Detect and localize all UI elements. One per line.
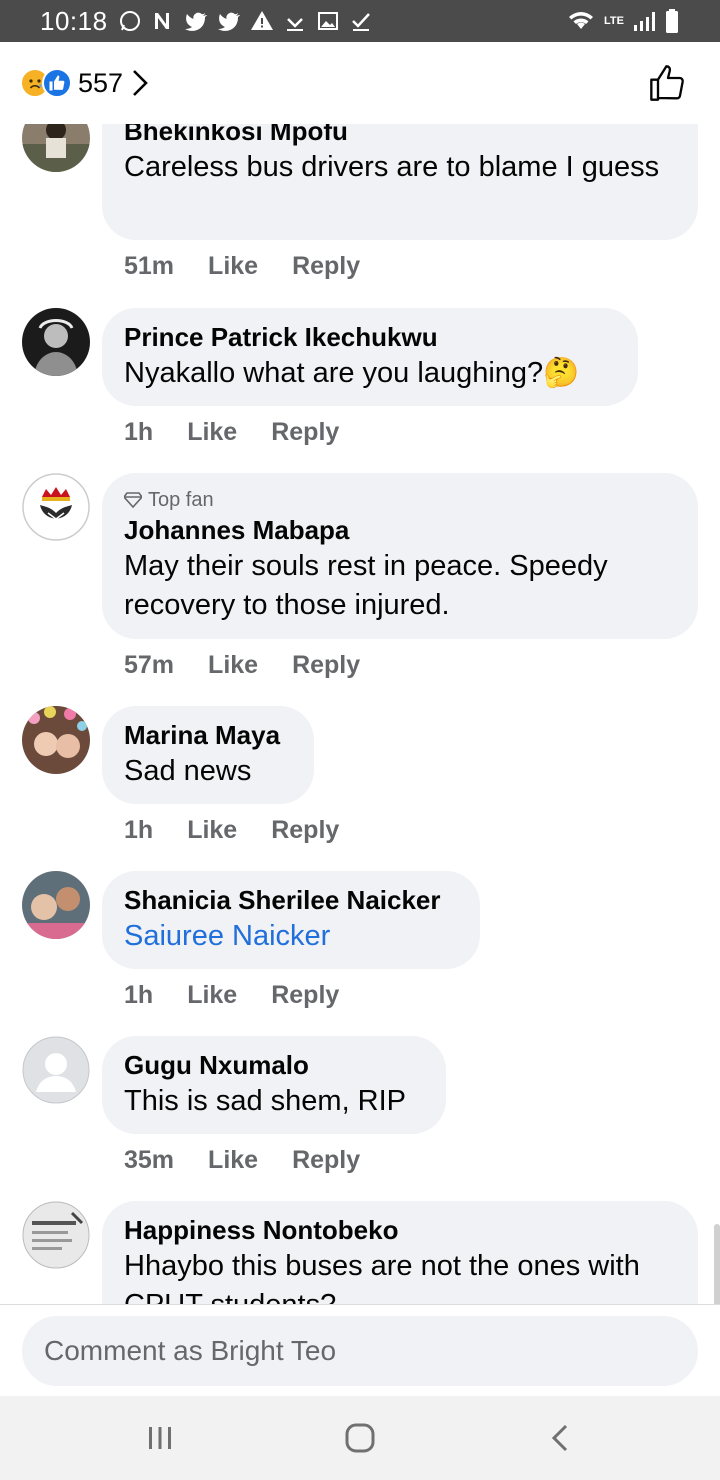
signal-icon [634, 12, 655, 31]
diamond-icon [124, 492, 142, 508]
commenter-name[interactable]: Happiness Nontobeko [124, 1213, 676, 1247]
wifi-icon [569, 12, 594, 29]
avatar[interactable] [22, 473, 90, 541]
like-button[interactable]: Like [187, 981, 237, 1010]
comment-text: Careless bus drivers are to blame I gues… [124, 151, 660, 183]
reply-button[interactable]: Reply [292, 252, 360, 281]
comment-bubble: Marina Maya Sad news [102, 706, 314, 804]
reaction-count: 557 [78, 67, 124, 98]
avatar[interactable] [22, 871, 90, 939]
comment-bubble: Gugu Nxumalo This is sad shem, RIP [102, 1036, 446, 1134]
twitter-icon [217, 12, 240, 31]
recents-button[interactable] [130, 1408, 190, 1468]
commenter-name[interactable]: Shanicia Sherilee Naicker [124, 883, 458, 917]
download-done-icon [351, 13, 370, 31]
comments-list[interactable]: Bhekinkosi Mpofu Careless bus drivers ar… [0, 124, 720, 1304]
avatar[interactable] [22, 308, 90, 376]
back-button[interactable] [530, 1408, 590, 1468]
commenter-name[interactable]: Gugu Nxumalo [124, 1048, 424, 1082]
battery-icon [666, 9, 678, 33]
download-icon [286, 18, 303, 31]
like-button[interactable]: Like [208, 1146, 258, 1175]
commenter-name[interactable]: Johannes Mabapa [124, 513, 676, 547]
image-icon [317, 12, 338, 30]
system-nav-bar [0, 1396, 720, 1480]
system-icons: LTE [566, 8, 680, 34]
alert-icon [250, 11, 273, 30]
whatsapp-icon [119, 11, 140, 31]
comment-bubble: Shanicia Sherilee Naicker Saiuree Naicke… [102, 871, 480, 969]
comment-actions: 1h Like Reply [124, 816, 339, 845]
notification-icons [118, 9, 373, 33]
like-button[interactable]: Like [187, 418, 237, 447]
reply-button[interactable]: Reply [271, 981, 339, 1010]
comment-actions: 1h Like Reply [124, 981, 339, 1010]
top-fan-badge: Top fan [124, 487, 676, 513]
twitter-icon [184, 12, 207, 31]
commenter-name[interactable]: Bhekinkosi Mpofu [124, 124, 676, 148]
reply-button[interactable]: Reply [271, 418, 339, 447]
comment-time[interactable]: 1h [124, 816, 153, 845]
reactions-summary[interactable]: 557 [20, 68, 149, 99]
tagged-user-link[interactable]: Saiuree Naicker [124, 917, 458, 956]
comment-text: May their souls rest in peace. Speedy re… [124, 550, 608, 621]
news-icon [154, 13, 169, 29]
comment-composer [0, 1304, 720, 1396]
thumbs-up-icon[interactable] [648, 63, 688, 103]
home-button[interactable] [330, 1408, 390, 1468]
like-button[interactable]: Like [208, 651, 258, 680]
comment-bubble: Bhekinkosi Mpofu Careless bus drivers ar… [102, 124, 698, 240]
reply-button[interactable]: Reply [271, 816, 339, 845]
top-fan-label: Top fan [148, 489, 214, 511]
scrollbar[interactable] [714, 1224, 720, 1304]
avatar[interactable] [22, 706, 90, 774]
comment-time[interactable]: 1h [124, 418, 153, 447]
back-icon [551, 1424, 568, 1452]
comment-time[interactable]: 1h [124, 981, 153, 1010]
avatar[interactable] [22, 1036, 90, 1104]
chevron-right-icon [133, 70, 148, 96]
commenter-name[interactable]: Prince Patrick Ikechukwu [124, 320, 616, 354]
comment-actions: 51m Like Reply [124, 252, 360, 281]
reply-button[interactable]: Reply [292, 651, 360, 680]
avatar[interactable] [22, 124, 90, 172]
comment-text: Nyakallo what are you laughing?🤔 [124, 357, 580, 389]
comment-actions: 1h Like Reply [124, 418, 339, 447]
reactions-header: 557 [0, 42, 720, 124]
reply-button[interactable]: Reply [292, 1146, 360, 1175]
avatar[interactable] [22, 1201, 90, 1269]
home-icon [345, 1423, 375, 1453]
comment-input[interactable] [22, 1316, 698, 1386]
like-reaction-icon [42, 68, 72, 98]
status-bar: 10:18 LTE [0, 0, 720, 42]
comment-actions: 35m Like Reply [124, 1146, 360, 1175]
comment-bubble: Top fan Johannes Mabapa May their souls … [102, 473, 698, 639]
comment-bubble: Prince Patrick Ikechukwu Nyakallo what a… [102, 308, 638, 406]
comment-text: Sad news [124, 755, 252, 787]
comment-text: This is sad shem, RIP [124, 1085, 407, 1117]
comment-actions: 57m Like Reply [124, 651, 360, 680]
recents-icon [149, 1427, 171, 1449]
comment-text: Hhaybo this buses are not the ones with … [124, 1250, 640, 1304]
clock: 10:18 [40, 5, 108, 36]
comment-time[interactable]: 51m [124, 252, 174, 281]
comment-bubble: Happiness Nontobeko Hhaybo this buses ar… [102, 1201, 698, 1304]
comment-time[interactable]: 57m [124, 651, 174, 680]
like-button[interactable]: Like [208, 252, 258, 281]
comment-time[interactable]: 35m [124, 1146, 174, 1175]
commenter-name[interactable]: Marina Maya [124, 718, 292, 752]
like-button[interactable]: Like [187, 816, 237, 845]
network-type: LTE [604, 14, 624, 27]
